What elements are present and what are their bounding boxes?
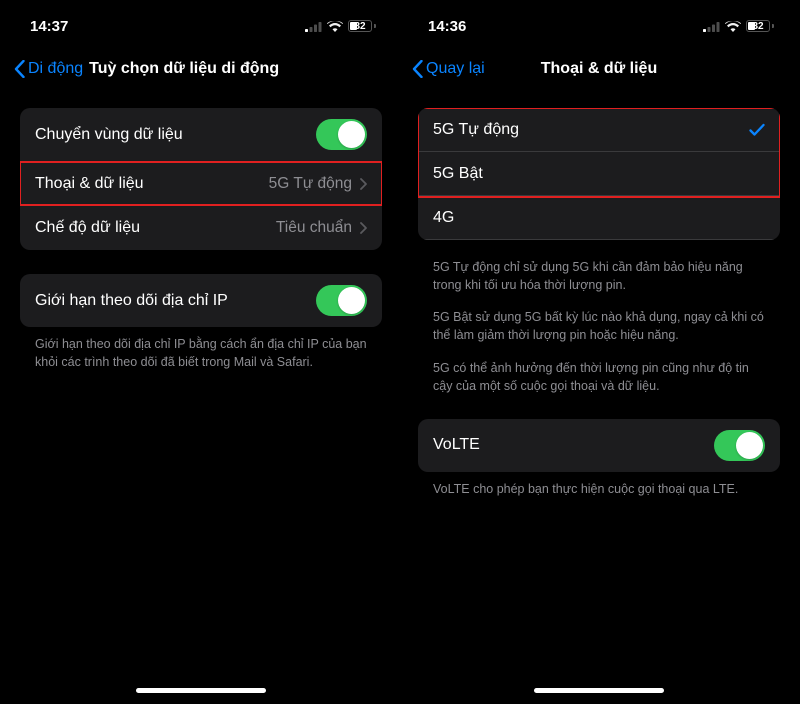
wifi-icon xyxy=(327,21,343,32)
group-privacy: Giới hạn theo dõi địa chỉ IP xyxy=(20,274,382,327)
row-ip-limit[interactable]: Giới hạn theo dõi địa chỉ IP xyxy=(20,274,382,327)
status-indicators: 32 xyxy=(305,20,376,32)
info-text: 5G Bật sử dụng 5G bất kỳ lúc nào khả dụn… xyxy=(433,308,765,344)
row-label: 5G Tự động xyxy=(433,121,741,139)
nav-bar: Di động Tuỳ chọn dữ liệu di động xyxy=(4,48,398,90)
row-label: VoLTE xyxy=(433,436,706,454)
chevron-left-icon xyxy=(412,60,423,78)
check-icon xyxy=(749,123,765,137)
phone-right: 14:36 32 Quay lại Thoại & dữ liệu xyxy=(402,4,796,700)
row-data-mode[interactable]: Chế độ dữ liệu Tiêu chuẩn xyxy=(20,206,382,250)
status-bar: 14:37 32 xyxy=(4,4,398,48)
back-button[interactable]: Quay lại xyxy=(412,60,485,78)
row-label: Chuyển vùng dữ liệu xyxy=(35,126,308,144)
row-voice-data[interactable]: Thoại & dữ liệu 5G Tự động xyxy=(20,162,382,206)
row-volte[interactable]: VoLTE xyxy=(418,419,780,472)
footer-text: VoLTE cho phép bạn thực hiện cuộc gọi th… xyxy=(418,480,780,498)
footer-text: Giới hạn theo dõi địa chỉ IP bằng cách ẩ… xyxy=(20,335,382,371)
toggle-roaming[interactable] xyxy=(316,119,367,150)
battery-icon: 32 xyxy=(746,20,774,32)
row-data-roaming[interactable]: Chuyển vùng dữ liệu xyxy=(20,108,382,162)
signal-icon xyxy=(703,21,720,32)
toggle-volte[interactable] xyxy=(714,430,765,461)
wifi-icon xyxy=(725,21,741,32)
phone-left: 14:37 32 Di động Tuỳ chọn dữ liệu di độn… xyxy=(4,4,398,700)
status-time: 14:37 xyxy=(30,18,68,35)
row-label: Chế độ dữ liệu xyxy=(35,219,268,237)
row-4g[interactable]: 4G xyxy=(418,196,780,240)
status-time: 14:36 xyxy=(428,18,466,35)
status-bar: 14:36 32 xyxy=(402,4,796,48)
info-text: 5G Tự động chỉ sử dụng 5G khi cần đảm bả… xyxy=(433,258,765,294)
info-blocks: 5G Tự động chỉ sử dụng 5G khi cần đảm bả… xyxy=(418,258,780,395)
home-indicator[interactable] xyxy=(534,688,664,693)
row-value: 5G Tự động xyxy=(269,175,352,193)
row-label: 5G Bật xyxy=(433,165,765,183)
group-cellular: Chuyển vùng dữ liệu Thoại & dữ liệu 5G T… xyxy=(20,108,382,250)
home-indicator[interactable] xyxy=(136,688,266,693)
row-label: 4G xyxy=(433,209,765,227)
back-button[interactable]: Di động xyxy=(14,60,83,78)
nav-title: Tuỳ chọn dữ liệu di động xyxy=(89,60,279,78)
status-indicators: 32 xyxy=(703,20,774,32)
row-value: Tiêu chuẩn xyxy=(276,219,352,237)
battery-icon: 32 xyxy=(348,20,376,32)
group-mode: 5G Tự động 5G Bật 4G xyxy=(418,108,780,240)
back-label: Quay lại xyxy=(426,60,485,78)
group-volte: VoLTE xyxy=(418,419,780,472)
info-text: 5G có thể ảnh hưởng đến thời lượng pin c… xyxy=(433,359,765,395)
content: 5G Tự động 5G Bật 4G 5G Tự động chỉ sử d… xyxy=(402,90,796,700)
row-label: Giới hạn theo dõi địa chỉ IP xyxy=(35,292,308,310)
chevron-right-icon xyxy=(360,222,367,234)
content: Chuyển vùng dữ liệu Thoại & dữ liệu 5G T… xyxy=(4,90,398,700)
back-label: Di động xyxy=(28,60,83,78)
toggle-ip-limit[interactable] xyxy=(316,285,367,316)
signal-icon xyxy=(305,21,322,32)
chevron-left-icon xyxy=(14,60,25,78)
chevron-right-icon xyxy=(360,178,367,190)
row-5g-on[interactable]: 5G Bật xyxy=(418,152,780,196)
nav-bar: Quay lại Thoại & dữ liệu xyxy=(402,48,796,90)
row-5g-auto[interactable]: 5G Tự động xyxy=(418,108,780,152)
row-label: Thoại & dữ liệu xyxy=(35,175,261,193)
